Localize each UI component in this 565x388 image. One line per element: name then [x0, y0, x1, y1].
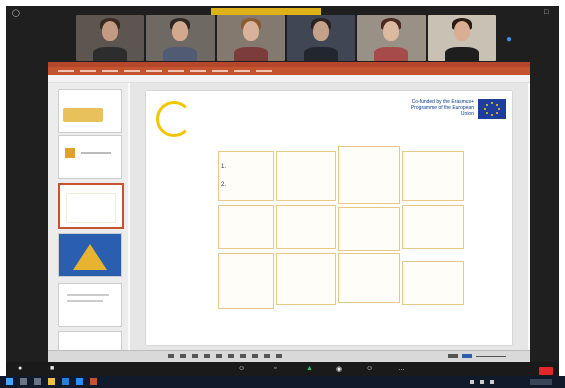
slide-thumbnails-pane [48, 83, 128, 351]
table-cell-r3c4 [402, 261, 464, 305]
view-slide-sorter-icon[interactable] [462, 354, 472, 358]
file-explorer-icon[interactable] [48, 378, 55, 385]
search-icon[interactable] [20, 378, 27, 385]
end-meeting-button[interactable] [539, 367, 553, 375]
status-icon[interactable] [168, 354, 174, 358]
table-cell-r2c4 [402, 205, 464, 249]
table-cell-r2c2 [276, 205, 336, 249]
participant-face [172, 21, 189, 41]
participant-face [102, 21, 119, 41]
task-view-icon[interactable] [34, 378, 41, 385]
row-label-1: 1. [221, 164, 227, 170]
status-icon[interactable] [276, 354, 282, 358]
slide-thumbnail[interactable] [58, 135, 122, 179]
video-strip [76, 15, 496, 61]
participant-video-tile[interactable] [286, 15, 356, 61]
record-icon[interactable]: ◉ [336, 365, 342, 373]
row-label-3: 3. [221, 199, 271, 200]
shield-icon[interactable]: ◯ [12, 9, 20, 17]
status-icon[interactable] [192, 354, 198, 358]
participant-video-tile[interactable] [146, 15, 215, 61]
status-icon[interactable] [264, 354, 270, 358]
table-cell-r1c4 [402, 151, 464, 201]
share-screen-icon[interactable]: ▲ [306, 365, 313, 372]
status-icon[interactable] [180, 354, 186, 358]
participant-video-tile[interactable] [357, 15, 426, 61]
status-icon[interactable] [252, 354, 258, 358]
slide-thumbnail-selected[interactable] [58, 183, 124, 229]
participant-body [93, 47, 128, 61]
ppt-ribbon[interactable] [48, 67, 530, 75]
table-cell-r2c3 [338, 207, 400, 251]
participant-body [374, 47, 409, 61]
view-normal-icon[interactable] [448, 354, 458, 358]
participant-video-tile[interactable] [76, 15, 145, 61]
participant-video-tile[interactable] [216, 15, 285, 61]
status-icon[interactable] [240, 354, 246, 358]
participant-video-tile[interactable] [427, 15, 496, 61]
zoom-app-icon[interactable] [76, 378, 83, 385]
clock[interactable] [530, 379, 552, 385]
participant-face [383, 21, 400, 41]
reactions-icon[interactable]: ☺ [366, 365, 373, 372]
powerpoint-app-icon[interactable] [90, 378, 97, 385]
participant-face [453, 21, 470, 41]
participant-body [444, 47, 479, 61]
more-icon[interactable]: … [398, 365, 405, 372]
slide-editing-area: Co-funded by the Erasmus+ Programme of t… [130, 83, 528, 351]
slide-thumbnail[interactable] [58, 89, 122, 133]
tray-icon[interactable] [480, 380, 484, 384]
table-cell-r3c2 [276, 253, 336, 305]
view-icon[interactable]: □ [544, 9, 548, 16]
participant-body [233, 47, 268, 61]
status-icon[interactable] [228, 354, 234, 358]
slide-thumbnail[interactable] [58, 233, 122, 277]
participant-body [163, 47, 198, 61]
row-label-2: 2. [221, 182, 227, 188]
ppt-status-bar [48, 350, 530, 362]
windows-taskbar [0, 376, 565, 388]
video-camera-icon[interactable]: ■ [50, 365, 54, 372]
slide-thumbnail[interactable] [58, 283, 122, 327]
table-cell-r1c1: 1. 2. 3. [218, 151, 274, 201]
table-cell-r1c2 [276, 151, 336, 201]
participant-face [313, 21, 330, 41]
tray-icon[interactable] [490, 380, 494, 384]
slide-thumbnail[interactable] [58, 331, 122, 351]
microphone-icon[interactable]: ● [18, 365, 22, 372]
eu-flag-icon [478, 99, 506, 119]
powerpoint-window: Co-funded by the Erasmus+ Programme of t… [48, 62, 530, 362]
screen: ◯ □ ● Co-funded by the Erasmus+ Programm… [6, 6, 559, 382]
project-logo [156, 101, 192, 137]
participants-icon[interactable]: ☺ [238, 365, 245, 372]
table-cell-r3c1 [218, 253, 274, 309]
current-slide[interactable]: Co-funded by the Erasmus+ Programme of t… [146, 91, 512, 345]
chat-icon[interactable]: ▫ [274, 365, 276, 372]
participant-face [242, 21, 259, 41]
eu-cofunded-text: Co-funded by the Erasmus+ Programme of t… [410, 99, 474, 117]
table-cell-r1c3 [338, 146, 400, 204]
start-icon[interactable] [6, 378, 13, 385]
tray-icon[interactable] [470, 380, 474, 384]
zoom-slider[interactable] [476, 356, 506, 357]
browser-icon[interactable] [62, 378, 69, 385]
table-cell-r2c1 [218, 205, 274, 249]
participant-body [304, 47, 339, 61]
status-icon[interactable] [216, 354, 222, 358]
ppt-toolbar[interactable] [48, 75, 530, 83]
zoom-logo-icon: ● [506, 34, 513, 45]
meeting-banner [211, 8, 321, 15]
table-cell-r3c3 [338, 253, 400, 303]
status-icon[interactable] [204, 354, 210, 358]
